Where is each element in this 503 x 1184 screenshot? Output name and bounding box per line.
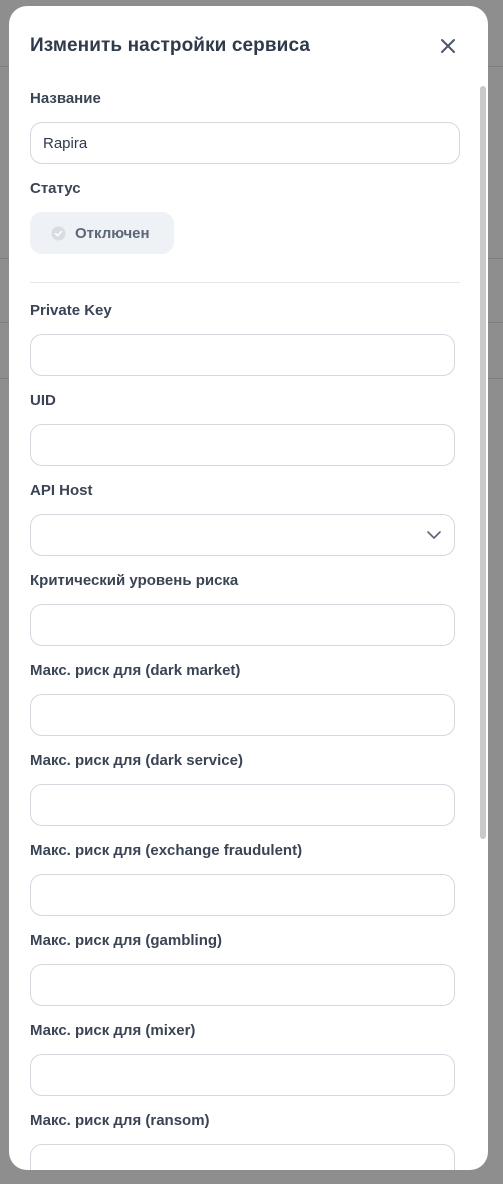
close-button[interactable] [435, 33, 461, 59]
scrollbar-thumb[interactable] [480, 86, 486, 839]
critical-risk-label: Критический уровень риска [30, 572, 239, 589]
api-host-dropdown-toggle[interactable] [423, 524, 445, 546]
modal-title: Изменить настройки сервиса [30, 35, 311, 56]
api-host-select[interactable] [30, 514, 455, 556]
scrollbar[interactable] [480, 86, 486, 1166]
uid-input[interactable] [30, 424, 455, 466]
name-input[interactable] [30, 122, 460, 164]
risk-gambling-label: Макс. риск для (gambling) [30, 932, 223, 949]
status-value: Отключен [75, 224, 150, 242]
uid-label: UID [30, 392, 56, 409]
risk-dark-service-input[interactable] [30, 784, 455, 826]
risk-dark-service-label: Макс. риск для (dark service) [30, 752, 243, 769]
status-toggle[interactable]: Отключен [30, 212, 174, 254]
risk-dark-market-label: Макс. риск для (dark market) [30, 662, 241, 679]
private-key-label: Private Key [30, 302, 112, 319]
risk-exchange-fraudulent-label: Макс. риск для (exchange fraudulent) [30, 842, 303, 859]
critical-risk-input[interactable] [30, 604, 455, 646]
chevron-down-icon [427, 530, 441, 539]
private-key-input[interactable] [30, 334, 455, 376]
check-circle-icon [51, 225, 66, 241]
risk-mixer-label: Макс. риск для (mixer) [30, 1022, 196, 1039]
risk-mixer-input[interactable] [30, 1054, 455, 1096]
close-icon [441, 39, 455, 53]
api-host-label: API Host [30, 482, 93, 499]
risk-ransom-input[interactable] [30, 1144, 455, 1170]
risk-dark-market-input[interactable] [30, 694, 455, 736]
edit-service-modal: Изменить настройки сервиса Название Стат… [9, 6, 488, 1170]
name-label: Название [30, 90, 101, 107]
risk-gambling-input[interactable] [30, 964, 455, 1006]
status-label: Статус [30, 180, 81, 197]
risk-exchange-fraudulent-input[interactable] [30, 874, 455, 916]
risk-ransom-label: Макс. риск для (ransom) [30, 1112, 210, 1129]
section-divider [30, 282, 460, 283]
